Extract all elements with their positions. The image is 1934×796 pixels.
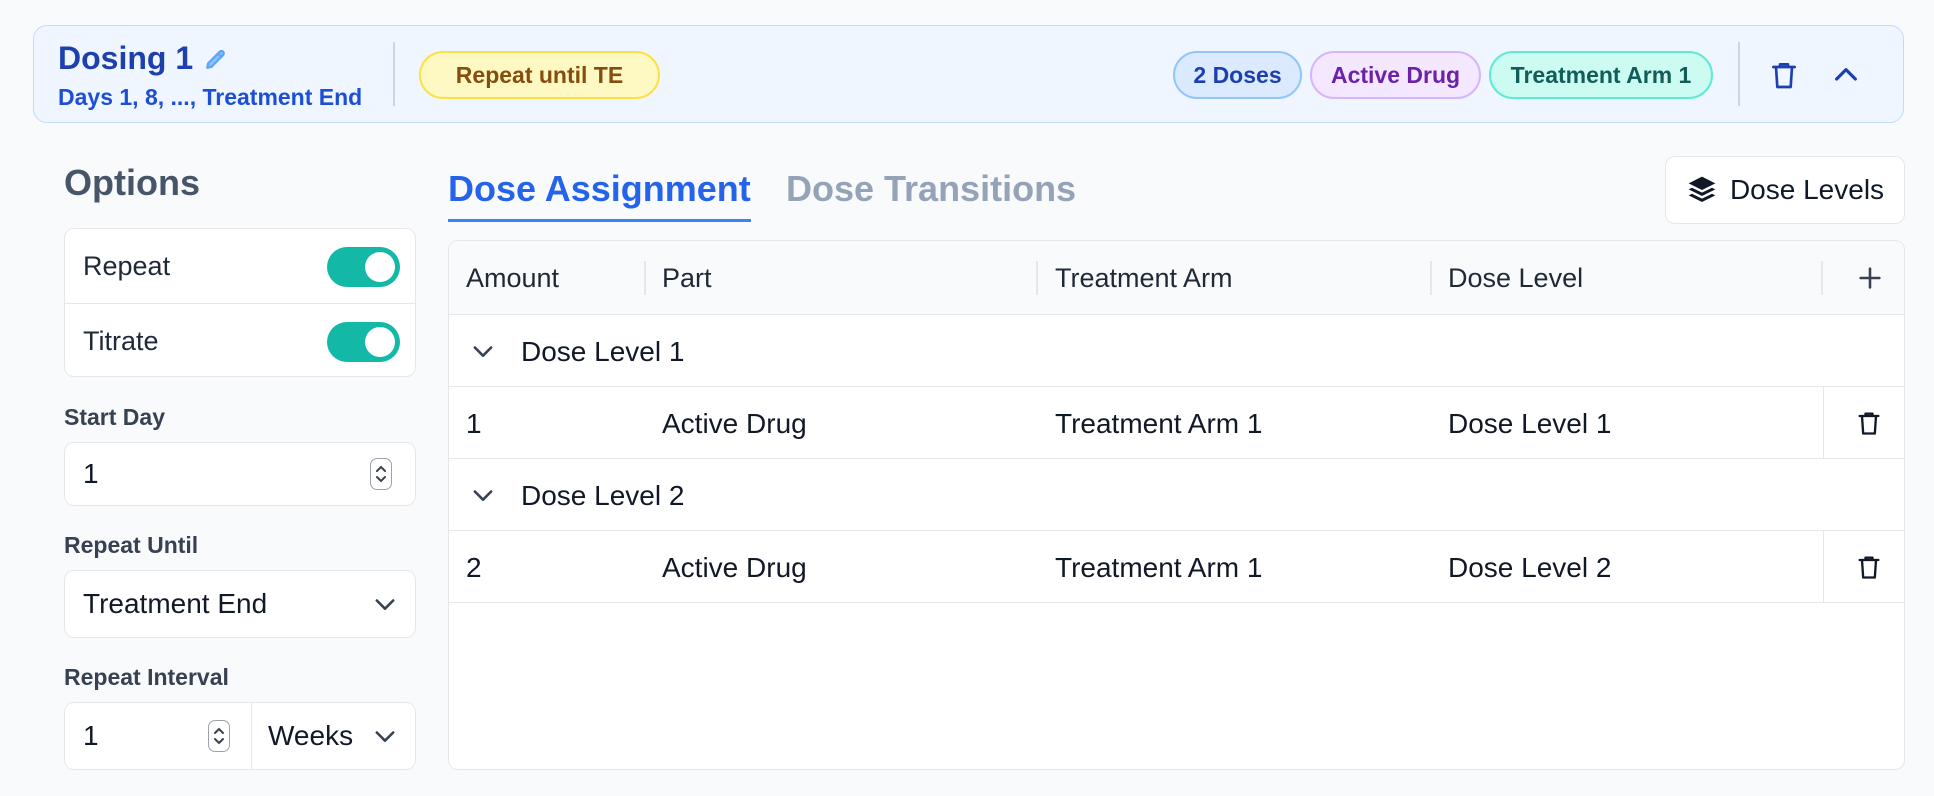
chevron-down-icon[interactable]	[469, 337, 497, 365]
options-title: Options	[64, 162, 200, 203]
tab-dose-assignment[interactable]: Dose Assignment	[448, 168, 751, 222]
pencil-icon[interactable]	[203, 46, 229, 72]
repeat-toggle[interactable]	[327, 247, 400, 287]
dosing-title-text: Dosing 1	[58, 40, 194, 76]
cell-amount: 2	[466, 552, 482, 583]
chevron-up-icon	[376, 465, 386, 472]
group-label: Dose Level 2	[521, 480, 685, 511]
start-day-stepper[interactable]	[370, 458, 392, 490]
column-header-part: Part	[662, 263, 712, 293]
cell-treatment-arm: Treatment Arm 1	[1055, 408, 1263, 439]
chevron-down-icon	[376, 476, 386, 483]
repeat-option: Repeat	[65, 229, 415, 303]
cell-amount: 1	[466, 408, 482, 439]
column-resizer[interactable]	[1430, 261, 1432, 295]
collapse-button[interactable]	[1823, 52, 1869, 98]
dose-levels-button[interactable]: Dose Levels	[1665, 156, 1905, 224]
plus-icon	[1859, 267, 1881, 289]
repeat-interval-value[interactable]: 1	[83, 720, 99, 752]
treatment-arm-badge: Treatment Arm 1	[1489, 51, 1713, 99]
dose-assignment-table: Amount Part Treatment Arm Dose Level Dos…	[448, 240, 1905, 770]
start-day-input[interactable]: 1	[64, 442, 416, 506]
column-resizer[interactable]	[1821, 261, 1823, 295]
column-resizer[interactable]	[644, 261, 646, 295]
add-row-button[interactable]	[1847, 255, 1893, 301]
column-header-dose-level: Dose Level	[1448, 263, 1584, 293]
start-day-value: 1	[83, 458, 99, 489]
chevron-down-icon	[375, 731, 395, 742]
start-day-label: Start Day	[64, 404, 165, 430]
chevron-down-icon[interactable]	[469, 481, 497, 509]
table-header: Amount Part Treatment Arm Dose Level	[449, 241, 1904, 315]
group-label: Dose Level 1	[521, 336, 685, 367]
repeat-interval-label: Repeat Interval	[64, 664, 229, 690]
layers-icon	[1688, 176, 1716, 202]
doses-count-badge: 2 Doses	[1173, 51, 1302, 99]
repeat-label: Repeat	[83, 251, 171, 281]
drug-badge: Active Drug	[1310, 51, 1481, 99]
repeat-interval-unit-select[interactable]: Weeks	[268, 720, 353, 752]
cell-part: Active Drug	[662, 408, 807, 439]
chevron-up-icon	[1835, 68, 1857, 81]
chevron-down-icon	[375, 599, 395, 610]
options-box: Repeat Titrate	[64, 228, 416, 377]
dosing-title: Dosing 1	[58, 40, 229, 77]
cell-dose-level: Dose Level 1	[1448, 408, 1612, 439]
chevron-up-icon	[214, 727, 224, 734]
tab-dose-transitions[interactable]: Dose Transitions	[786, 168, 1076, 210]
column-resizer[interactable]	[1036, 261, 1038, 295]
delete-row-button[interactable]	[1847, 545, 1891, 589]
repeat-until-value: Treatment End	[83, 588, 268, 619]
titrate-label: Titrate	[83, 326, 159, 356]
column-header-amount: Amount	[466, 263, 560, 293]
table-row: 1 Active Drug Treatment Arm 1 Dose Level…	[449, 387, 1904, 459]
dose-levels-label: Dose Levels	[1729, 174, 1885, 205]
row-divider	[1823, 531, 1824, 602]
titrate-option: Titrate	[65, 303, 415, 377]
header-divider	[393, 42, 395, 106]
interval-divider	[251, 703, 252, 769]
group-row-dose-level-1[interactable]: Dose Level 1	[449, 315, 1904, 387]
delete-dosing-button[interactable]	[1761, 52, 1807, 98]
repeat-until-select[interactable]: Treatment End	[64, 570, 416, 638]
delete-row-button[interactable]	[1847, 401, 1891, 445]
titrate-toggle[interactable]	[327, 322, 400, 362]
chevron-down-icon	[214, 738, 224, 745]
cell-treatment-arm: Treatment Arm 1	[1055, 552, 1263, 583]
group-row-dose-level-2[interactable]: Dose Level 2	[449, 459, 1904, 531]
repeat-until-badge: Repeat until TE	[419, 51, 660, 99]
header-divider-right	[1738, 42, 1740, 106]
dosing-schedule-summary: Days 1, 8, ..., Treatment End	[58, 84, 363, 110]
table-row: 2 Active Drug Treatment Arm 1 Dose Level…	[449, 531, 1904, 603]
cell-dose-level: Dose Level 2	[1448, 552, 1612, 583]
cell-part: Active Drug	[662, 552, 807, 583]
trash-icon	[1858, 412, 1880, 435]
row-divider	[1823, 387, 1824, 458]
trash-icon	[1772, 62, 1796, 89]
repeat-interval-group: 1 Weeks	[64, 702, 416, 770]
dosing-header: Dosing 1 Days 1, 8, ..., Treatment End R…	[33, 25, 1904, 123]
trash-icon	[1858, 556, 1880, 579]
repeat-interval-stepper[interactable]	[208, 720, 230, 752]
repeat-until-label: Repeat Until	[64, 532, 199, 558]
column-header-treatment-arm: Treatment Arm	[1055, 263, 1233, 293]
